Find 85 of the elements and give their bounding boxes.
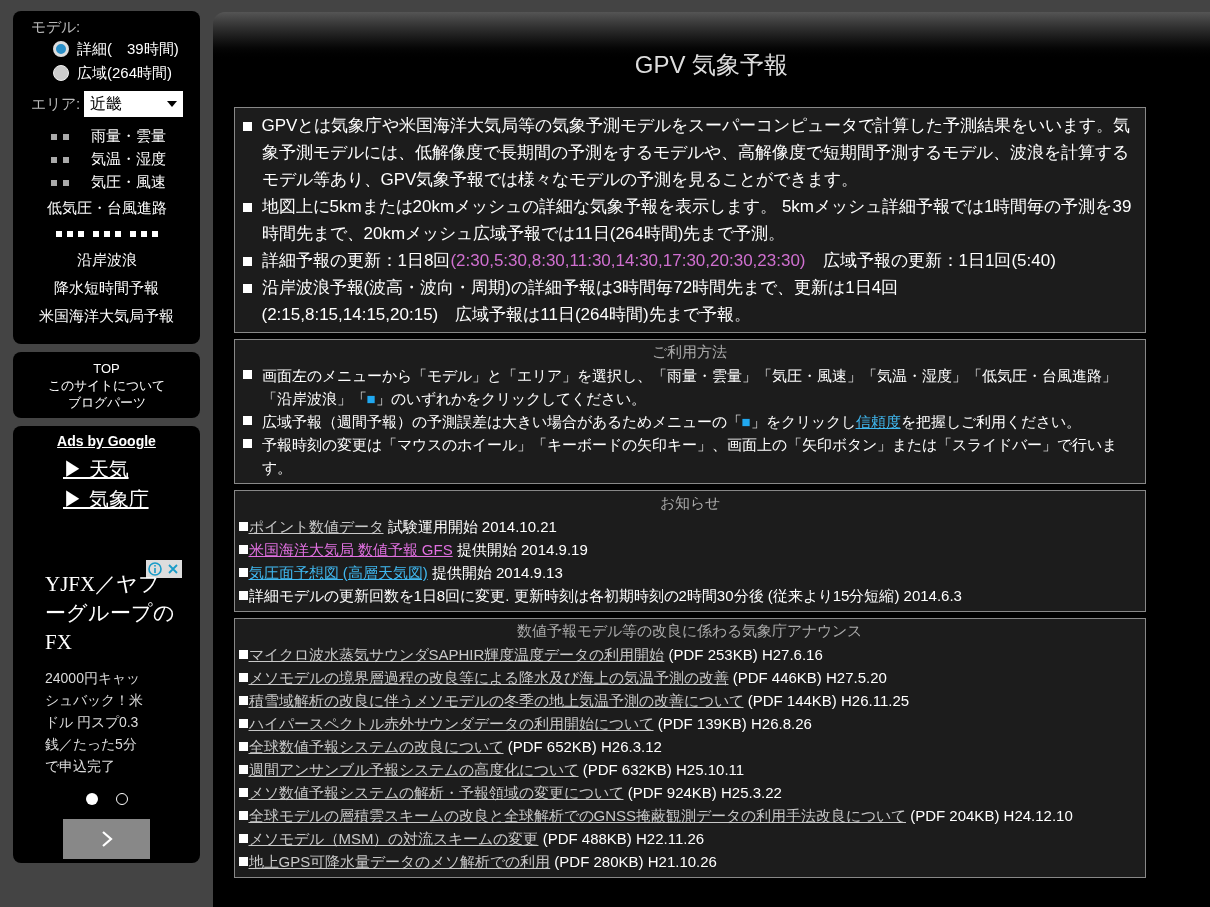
document-link[interactable]: メソ数値予報システムの解析・予報領域の変更について (248, 781, 624, 804)
item-text: (PDF 280KB) H21.10.26 (553, 852, 717, 872)
bullet-icon (242, 257, 252, 266)
site-link[interactable]: TOP (93, 359, 120, 377)
ad-link[interactable]: ▶ 天気 (63, 454, 149, 484)
document-link[interactable]: 米国海洋大気局 数値予報 GFS (248, 538, 453, 561)
model-label: モデル: (30, 17, 82, 37)
info-paragraph: 沿岸波浪予報(波高・波向・周期)の詳細予報は3時間毎72時間先まで、更新は1日4回 (2:15,8:15,14:15,20:15) 広域予報は11日(264時間)先まで予報。 (261, 277, 899, 326)
area-label: エリア: (31, 93, 81, 114)
bullet-icon (238, 857, 248, 866)
item-text: 詳細モデルの更新回数を1日8回に変更. 更新時刻は各初期時刻の2時間30分後 (従来より15分短縮) 2014.6.3 (248, 586, 962, 606)
bullet-icon (238, 834, 248, 843)
radio-label[interactable]: 詳細( 39時間) (77, 37, 179, 61)
menu-link[interactable]: 気圧・風速 (91, 171, 166, 194)
bullet-icon (242, 416, 252, 425)
info-paragraph: GPVとは気象庁や米国海洋大気局等の気象予測モデルをスーパーコンピュータで計算した予測結果をいいます。気象予測モデルには、低解像度で長期間の予測をするモデルや、高解像度で短期間予測するモデル、波浪を計算するモデル等あり、GPV気象予報では様々なモデルの予測を見ることができます。 (261, 115, 1132, 191)
site-link[interactable]: ブログパーツ (67, 393, 146, 411)
section-heading: お知らせ (659, 493, 720, 513)
radio-button[interactable] (53, 65, 69, 81)
chevron-right-icon (100, 830, 113, 848)
usage-paragraph: 広域予報（週間予報）の予測誤差は大きい場合があるためメニューの「■」をクリックし信頼度を把握しご利用ください。 (261, 412, 1081, 432)
bullet-icon (238, 788, 248, 797)
item-text: (PDF 632KB) H25.10.11 (581, 760, 745, 780)
item-text: (PDF 652KB) H26.3.12 (506, 737, 662, 757)
bullet-icon (238, 522, 248, 531)
menu-link[interactable]: 降水短時間予報 (54, 276, 159, 300)
bullet-icon (238, 650, 248, 659)
item-text: (PDF 488KB) H22.11.26 (541, 829, 705, 849)
item-text: (PDF 924KB) H25.3.22 (626, 783, 782, 803)
bullet-icon (242, 370, 252, 379)
document-link[interactable]: マイクロ波水蒸気サウンダSAPHIR輝度温度データの利用開始 (248, 643, 665, 666)
page-title: GPV 気象予報 (634, 50, 789, 80)
document-link[interactable]: 週間アンサンブル予報システムの高度化について (248, 758, 579, 781)
document-link[interactable]: 地上GPS可降水量データのメソ解析での利用 (248, 850, 551, 873)
bullet-icon (238, 719, 248, 728)
document-link[interactable]: 全球数値予報システムの改良について (248, 735, 504, 758)
bullet-icon (238, 673, 248, 682)
ad-title[interactable]: YJFX／ヤフーグループのFX (45, 570, 180, 657)
ad-link[interactable]: ▶ 気象庁 (63, 484, 149, 514)
radio-button[interactable] (53, 41, 69, 57)
caret-icon (167, 101, 178, 107)
menu-link[interactable]: 沿岸波浪 (76, 248, 137, 272)
info-paragraph: 詳細予報の更新：1日8回(2:30,5:30,8:30,11:30,14:30,17:30,20:30,23:30) 広域予報の更新：1日1回(5:40) (261, 250, 1056, 272)
bullet-icon (238, 545, 248, 554)
area-dropdown[interactable]: 近畿 (84, 91, 184, 117)
item-text: (PDF 253KB) H27.6.16 (667, 645, 823, 665)
bullet-icon (238, 811, 248, 820)
menu-link[interactable]: 米国海洋大気局予報 (39, 304, 174, 328)
info-icon[interactable] (146, 560, 164, 578)
document-link[interactable]: 気圧面予想図 (高層天気図) (248, 561, 428, 584)
site-link[interactable]: このサイトについて (48, 376, 165, 394)
item-text: 試験運用開始 2014.10.21 (386, 517, 557, 537)
document-link[interactable]: ハイパースペクトル赤外サウンダデータの利用開始について (248, 712, 654, 735)
item-text: 提供開始 2014.9.19 (455, 540, 588, 560)
bullet-icon (242, 122, 252, 131)
section-heading: 数値予報モデル等の改良に係わる気象庁アナウンス (517, 621, 862, 641)
bullet-icon (242, 284, 252, 293)
menu-link[interactable]: 気温・湿度 (91, 148, 166, 171)
document-link[interactable]: メソモデルの境界層過程の改良等による降水及び海上の気温予測の改善 (248, 666, 729, 689)
usage-paragraph: 予報時刻の変更は「マウスのホイール」「キーボードの矢印キー」、画面上の「矢印ボタン」または「スライドバー」で行います。 (261, 435, 1118, 478)
menu-link[interactable]: 雨量・雲量 (91, 125, 166, 148)
bullet-icon (238, 591, 248, 600)
ad-text[interactable]: 24000円キャッシュバック！米ドル 円スプ0.3銭／たった5分で申込完了 (45, 667, 149, 777)
section-heading: ご利用方法 (652, 342, 727, 362)
item-text: (PDF 204KB) H24.12.10 (909, 806, 1073, 826)
bullet-icon (242, 203, 252, 212)
document-link[interactable]: メソモデル（MSM）の対流スキームの変更 (248, 827, 539, 850)
document-link[interactable]: 積雪域解析の改良に伴うメソモデルの冬季の地上気温予測の改善について (248, 689, 744, 712)
info-paragraph: 地図上に5kmまたは20kmメッシュの詳細な気象予報を表示します。 5kmメッシュ詳細予報では1時間毎の予測を39時間先まで、20kmメッシュ広域予報では11日(264時間)先まで予測。 (261, 196, 1133, 245)
bullet-icon (242, 439, 252, 448)
item-text: (PDF 446KB) H27.5.20 (731, 668, 887, 688)
document-link[interactable]: 全球モデルの層積雲スキームの改良と全球解析でのGNSS掩蔽観測データの利用手法改良について (248, 804, 906, 827)
bullet-icon (238, 765, 248, 774)
menu-link[interactable]: 低気圧・台風進路 (46, 196, 167, 220)
item-text: (PDF 144KB) H26.11.25 (746, 691, 910, 711)
item-text: (PDF 139KB) H26.8.26 (656, 714, 812, 734)
usage-paragraph: 画面左のメニューから「モデル」と「エリア」を選択し、「雨量・雲量」「気圧・風速」「気温・湿度」「低気圧・台風進路」「沿岸波浪」「■」のいずれかをクリックしてください。 (261, 366, 1118, 409)
reliability-link[interactable]: 信頼度 (855, 413, 901, 430)
document-link[interactable]: ポイント数値データ (248, 515, 384, 538)
radio-label[interactable]: 広域(264時間) (77, 61, 173, 85)
item-text: 提供開始 2014.9.13 (430, 563, 563, 583)
bullet-icon (238, 568, 248, 577)
bullet-icon (238, 742, 248, 751)
bullet-icon (238, 696, 248, 705)
ads-header-link[interactable]: Ads by Google (57, 432, 156, 450)
